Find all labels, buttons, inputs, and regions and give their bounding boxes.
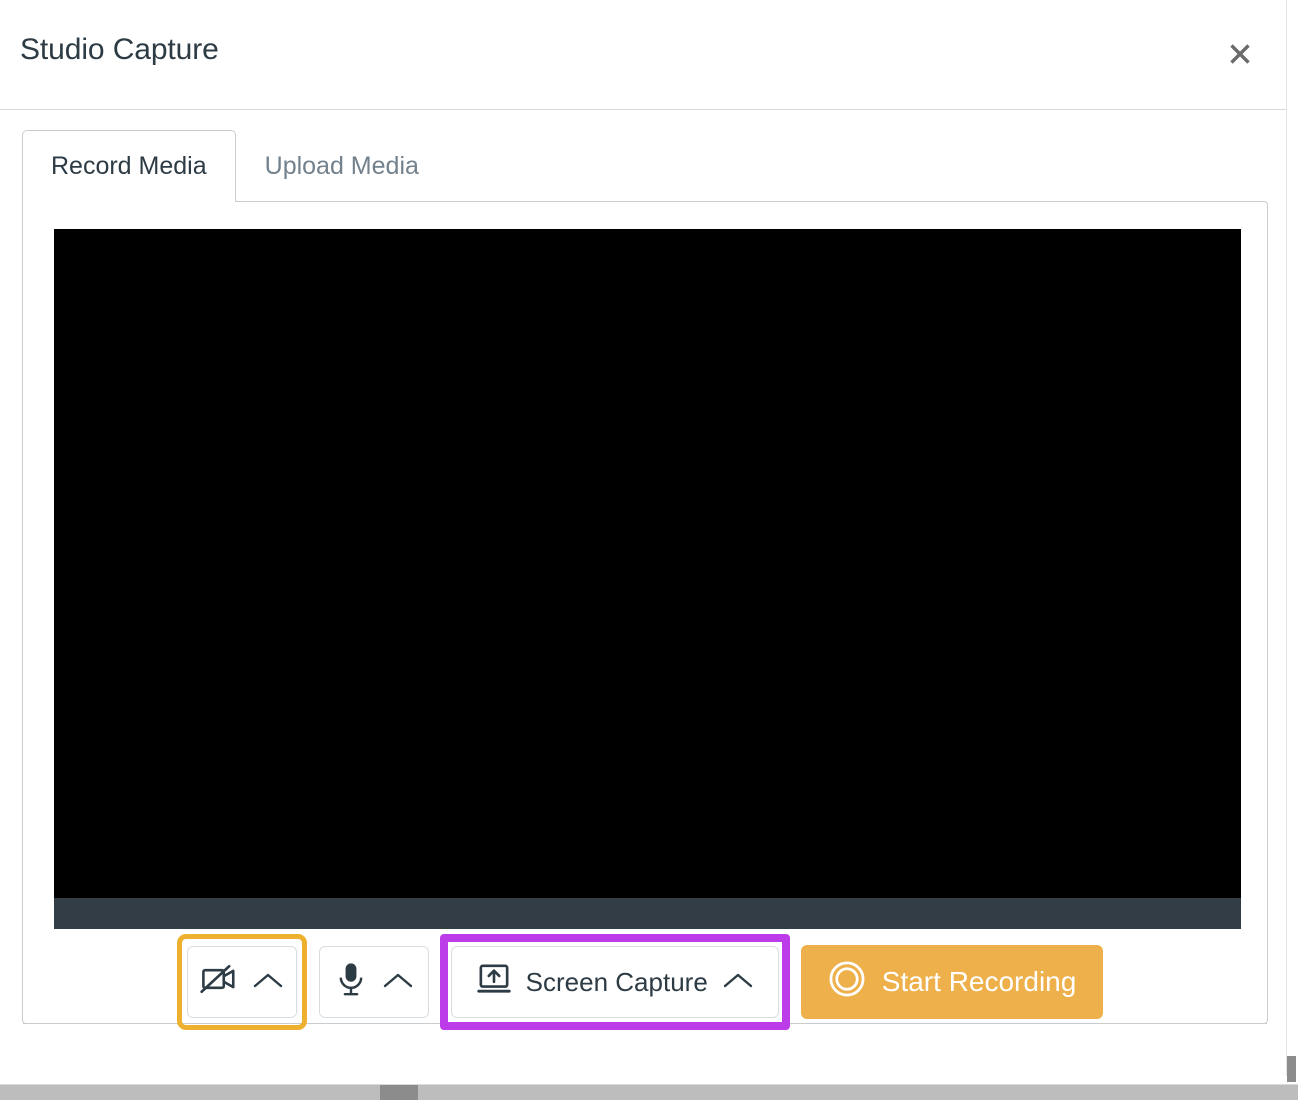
video-player-controls[interactable] (54, 898, 1241, 929)
start-recording-button[interactable]: Start Recording (800, 945, 1104, 1019)
tab-upload-media[interactable]: Upload Media (236, 130, 448, 202)
screen-share-icon (476, 961, 512, 1004)
scrollbar-corner (1170, 1085, 1298, 1100)
studio-capture-modal: Studio Capture Record Media Upload Media (0, 0, 1298, 1100)
chevron-up-icon (722, 967, 754, 998)
camera-control-group (176, 934, 307, 1030)
close-button[interactable] (1218, 32, 1262, 76)
capture-controls: Screen Capture Start Recording (23, 934, 1267, 1030)
record-media-panel: Screen Capture Start Recording (22, 201, 1268, 1030)
tab-upload-media-label: Upload Media (264, 152, 419, 180)
horizontal-scrollbar-track[interactable] (0, 1085, 1170, 1100)
tab-record-media-label: Record Media (51, 152, 207, 180)
camera-toggle-button[interactable] (186, 946, 297, 1018)
start-recording-label: Start Recording (881, 966, 1077, 997)
right-edge-gutter (1286, 0, 1298, 1076)
vertical-scrollbar-thumb[interactable] (1287, 1056, 1296, 1082)
chevron-up-icon (382, 967, 414, 998)
tab-list: Record Media Upload Media (22, 130, 448, 203)
microphone-icon (334, 960, 368, 1005)
microphone-control-group (318, 946, 429, 1018)
microphone-toggle-button[interactable] (318, 946, 429, 1018)
chevron-up-icon (252, 967, 284, 998)
horizontal-scrollbar-thumb[interactable] (380, 1085, 418, 1100)
horizontal-scrollbar[interactable] (0, 1084, 1298, 1100)
screen-capture-control-group: Screen Capture (439, 934, 790, 1030)
close-icon (1227, 41, 1253, 67)
video-camera-off-icon (200, 960, 238, 1005)
video-preview[interactable] (54, 229, 1241, 929)
modal-header: Studio Capture (0, 0, 1286, 110)
screen-capture-label: Screen Capture (525, 967, 708, 997)
screen-capture-button[interactable]: Screen Capture (450, 946, 779, 1018)
record-circle-icon (828, 960, 866, 1005)
tab-record-media[interactable]: Record Media (22, 130, 236, 203)
page-title: Studio Capture (20, 33, 219, 66)
